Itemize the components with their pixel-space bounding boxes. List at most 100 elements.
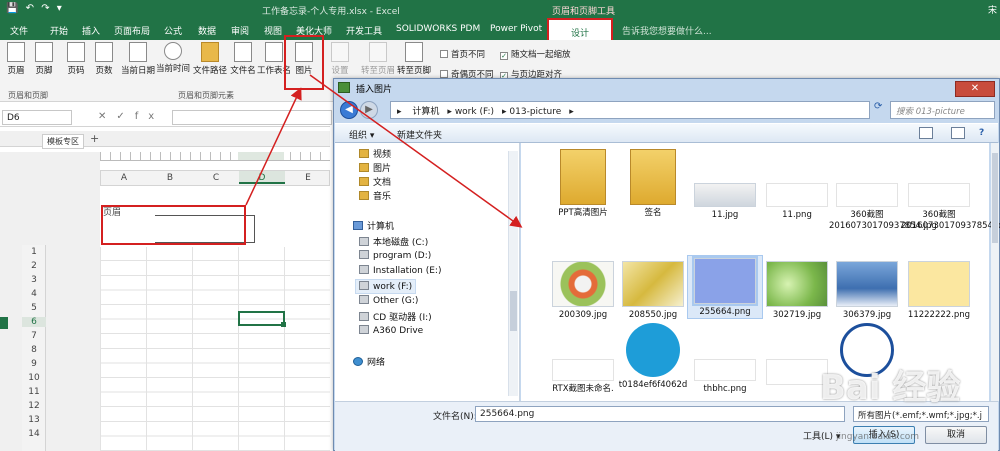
header-area-highlight[interactable] — [101, 205, 246, 245]
tab-data[interactable]: 数据 — [198, 24, 216, 37]
go-to-footer-button[interactable]: 转至页脚 — [396, 42, 432, 76]
tab-file[interactable]: 文件 — [10, 24, 28, 37]
tab-insert[interactable]: 插入 — [82, 24, 100, 37]
scale-with-document-checkbox[interactable]: ✓ 随文档一起缩放 — [500, 48, 571, 60]
row-header-14[interactable]: 14 — [22, 429, 46, 439]
file-item[interactable]: 签名 — [615, 149, 691, 219]
view-icon[interactable] — [919, 127, 933, 139]
filename-input[interactable]: 255664.png — [475, 406, 845, 422]
row-header-2[interactable]: 2 — [22, 261, 46, 271]
scroll-thumb[interactable] — [992, 153, 998, 243]
tab-page-layout[interactable]: 页面布局 — [114, 24, 150, 37]
row-header-1[interactable]: 1 — [22, 247, 46, 257]
workbook-tab[interactable]: 模板专区 — [42, 134, 84, 149]
preview-pane-icon[interactable] — [951, 127, 965, 139]
file-item[interactable]: 360截图20160730170937854.jpg — [829, 183, 937, 232]
refresh-icon[interactable]: ⟳ — [874, 101, 888, 119]
name-box[interactable]: D6 — [2, 110, 72, 125]
file-item[interactable]: PPT高清图片 — [545, 149, 621, 219]
row-header-4[interactable]: 4 — [22, 289, 46, 299]
column-header-d[interactable]: D — [239, 171, 285, 184]
tools-dropdown[interactable]: 工具(L) ▾ — [803, 429, 840, 442]
file-item[interactable]: 11.png — [759, 183, 835, 221]
row-header-10[interactable]: 10 — [22, 373, 46, 383]
tab-design[interactable]: 设计 — [547, 18, 613, 40]
nav-item-drive-f[interactable]: work (F:) — [355, 279, 417, 294]
nav-item-a360[interactable]: A360 Drive — [359, 325, 423, 336]
tell-me-search[interactable]: 告诉我您想要做什么... — [622, 24, 712, 37]
row-header-9[interactable]: 9 — [22, 359, 46, 369]
file-scrollbar[interactable] — [991, 143, 999, 401]
row-header-7[interactable]: 7 — [22, 331, 46, 341]
nav-item-drive-d[interactable]: program (D:) — [359, 250, 431, 261]
nav-item-drive-e[interactable]: Installation (E:) — [359, 265, 441, 276]
file-item[interactable]: t0184ef6f4062d — [615, 323, 691, 391]
current-time-button[interactable]: 当前时间 — [155, 42, 191, 74]
back-button[interactable]: ◀ — [340, 101, 358, 119]
fill-handle[interactable] — [281, 322, 286, 327]
selected-cell-d6[interactable] — [238, 311, 286, 327]
file-item[interactable]: 306379.jpg — [829, 261, 905, 321]
row-header-12[interactable]: 12 — [22, 401, 46, 411]
nav-item-cd-drive[interactable]: CD 驱动器 (I:) — [359, 310, 432, 323]
breadcrumb-013-picture[interactable]: 013-picture — [509, 107, 561, 117]
different-first-page-checkbox[interactable]: 首页不同 — [440, 48, 485, 60]
forward-button[interactable]: ▶ — [360, 101, 378, 119]
file-item[interactable]: 200309.jpg — [545, 261, 621, 321]
nav-scrollbar[interactable] — [508, 151, 518, 396]
format-picture-button[interactable]: 设置 — [322, 42, 358, 76]
row-header-6[interactable]: 6 — [22, 317, 46, 327]
nav-item-videos[interactable]: 视频 — [359, 147, 391, 160]
row-header-11[interactable]: 11 — [22, 387, 46, 397]
file-item[interactable]: 302719.jpg — [759, 261, 835, 321]
nav-item-music[interactable]: 音乐 — [359, 189, 391, 202]
formula-icons[interactable]: ✕✓fx — [98, 111, 164, 122]
file-item[interactable]: 208550.jpg — [615, 261, 691, 321]
search-input[interactable]: 搜索 013-picture — [890, 101, 995, 119]
footer-button[interactable]: 页脚 — [26, 42, 62, 76]
tab-review[interactable]: 审阅 — [231, 24, 249, 37]
nav-item-computer[interactable]: 计算机 — [353, 219, 394, 232]
cancel-button[interactable]: 取消 — [925, 426, 987, 444]
row-header-5[interactable]: 5 — [22, 303, 46, 313]
column-header-b[interactable]: B — [147, 173, 193, 183]
file-item[interactable]: 11222222.png — [901, 261, 977, 321]
nav-item-documents[interactable]: 文档 — [359, 175, 391, 188]
nav-item-drive-c[interactable]: 本地磁盘 (C:) — [359, 235, 428, 248]
column-header-c[interactable]: C — [193, 173, 239, 183]
add-tab-icon[interactable]: + — [90, 132, 99, 145]
current-date-button[interactable]: 当前日期 — [120, 42, 156, 76]
breadcrumb-computer[interactable]: 计算机 — [412, 107, 439, 117]
file-item[interactable]: 11.jpg — [687, 183, 763, 221]
close-button[interactable]: ✕ — [955, 81, 995, 97]
column-header-e[interactable]: E — [285, 173, 331, 183]
tab-power-pivot[interactable]: Power Pivot — [490, 24, 542, 34]
scroll-thumb[interactable] — [510, 291, 517, 331]
tab-solidworks-pdm[interactable]: SOLIDWORKS PDM — [396, 24, 480, 34]
column-header-a[interactable]: A — [101, 173, 147, 183]
quick-access-toolbar[interactable]: 💾 ↶ ↷ ▾ — [6, 3, 64, 14]
address-bar[interactable]: ▸ 计算机 ▸ work (F:) ▸ 013-picture ▸ — [390, 101, 870, 119]
cell-grid[interactable] — [100, 247, 330, 451]
tab-view[interactable]: 视图 — [264, 24, 282, 37]
nav-item-pictures[interactable]: 图片 — [359, 161, 391, 174]
organize-button[interactable]: 组织 ▾ — [349, 128, 374, 141]
nav-item-network[interactable]: 网络 — [353, 355, 385, 368]
file-item[interactable]: 360截图20160730170937854.png — [901, 183, 1000, 232]
go-to-header-button[interactable]: 转至页眉 — [360, 42, 396, 76]
row-header-13[interactable]: 13 — [22, 415, 46, 425]
row-header-8[interactable]: 8 — [22, 345, 46, 355]
breadcrumb-work[interactable]: work (F:) — [455, 107, 494, 117]
tab-developer[interactable]: 开发工具 — [346, 24, 382, 37]
formula-input[interactable] — [172, 110, 332, 125]
help-icon[interactable]: ? — [979, 128, 984, 138]
new-folder-button[interactable]: 新建文件夹 — [397, 128, 442, 141]
page-count-button[interactable]: 页数 — [86, 42, 122, 76]
file-item-selected[interactable]: 255664.png — [687, 255, 763, 319]
tab-home[interactable]: 开始 — [50, 24, 68, 37]
file-item[interactable]: RTX截图未命名. — [545, 359, 621, 395]
file-item[interactable]: thbhc.png — [687, 359, 763, 395]
file-path-button[interactable]: 文件路径 — [192, 42, 228, 76]
row-header-3[interactable]: 3 — [22, 275, 46, 285]
nav-item-drive-g[interactable]: Other (G:) — [359, 295, 418, 306]
